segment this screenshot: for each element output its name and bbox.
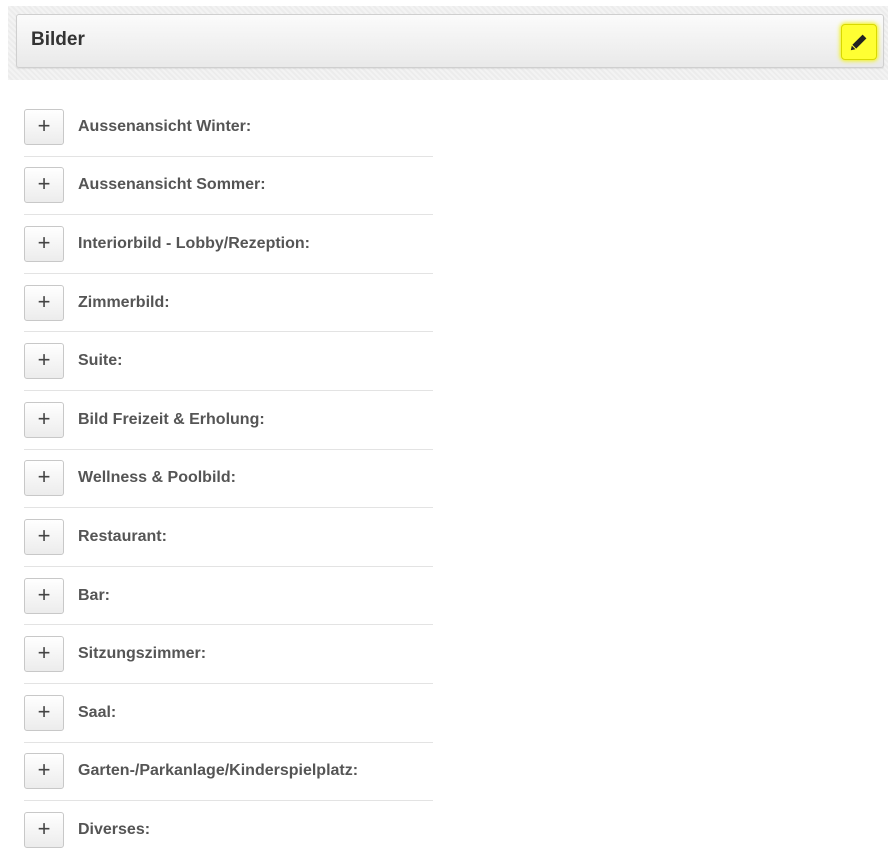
plus-icon: + bbox=[37, 581, 51, 607]
list-item-label: Aussenansicht Sommer: bbox=[78, 176, 266, 194]
plus-icon: + bbox=[37, 698, 51, 724]
plus-icon: + bbox=[37, 405, 51, 431]
add-image-button[interactable]: + bbox=[24, 401, 64, 438]
plus-icon: + bbox=[37, 464, 51, 490]
list-item: + Zimmerbild: bbox=[24, 274, 433, 333]
list-item: + Suite: bbox=[24, 332, 433, 391]
list-item: + Restaurant: bbox=[24, 508, 433, 567]
add-image-button[interactable]: + bbox=[24, 636, 64, 673]
add-image-button[interactable]: + bbox=[24, 225, 64, 262]
plus-icon: + bbox=[37, 347, 51, 373]
list-item-label: Saal: bbox=[78, 703, 117, 721]
list-item-label: Zimmerbild: bbox=[78, 293, 170, 311]
list-item-label: Garten-/Parkanlage/Kinderspielplatz: bbox=[78, 762, 359, 780]
plus-icon: + bbox=[37, 816, 51, 842]
plus-icon: + bbox=[37, 757, 51, 783]
panel-header-wrapper: Bilder bbox=[8, 6, 888, 80]
plus-icon: + bbox=[37, 112, 51, 138]
panel-title: Bilder bbox=[31, 29, 85, 50]
list-item-label: Diverses: bbox=[78, 821, 151, 839]
plus-icon: + bbox=[37, 288, 51, 314]
list-item-label: Suite: bbox=[78, 352, 123, 370]
list-item: + Bar: bbox=[24, 567, 433, 626]
pencil-icon bbox=[850, 34, 867, 51]
add-image-button[interactable]: + bbox=[24, 577, 64, 614]
add-image-button[interactable]: + bbox=[24, 812, 64, 849]
list-item: + Sitzungszimmer: bbox=[24, 625, 433, 684]
list-item-label: Bar: bbox=[78, 586, 111, 604]
list-item: + Aussenansicht Sommer: bbox=[24, 157, 433, 216]
add-image-button[interactable]: + bbox=[24, 753, 64, 790]
add-image-button[interactable]: + bbox=[24, 460, 64, 497]
list-item: + Saal: bbox=[24, 684, 433, 743]
add-image-button[interactable]: + bbox=[24, 694, 64, 731]
list-item: + Aussenansicht Winter: bbox=[24, 98, 433, 157]
add-image-button[interactable]: + bbox=[24, 343, 64, 380]
list-item: + Interiorbild - Lobby/Rezeption: bbox=[24, 215, 433, 274]
list-item-label: Restaurant: bbox=[78, 527, 167, 545]
add-image-button[interactable]: + bbox=[24, 284, 64, 321]
add-image-button[interactable]: + bbox=[24, 518, 64, 555]
add-image-button[interactable]: + bbox=[24, 108, 64, 145]
list-item-label: Interiorbild - Lobby/Rezeption: bbox=[78, 234, 310, 252]
list-item-label: Wellness & Poolbild: bbox=[78, 469, 236, 487]
list-item: + Garten-/Parkanlage/Kinderspielplatz: bbox=[24, 743, 433, 802]
image-category-list: + Aussenansicht Winter: + Aussenansicht Som… bbox=[24, 98, 433, 860]
list-item: + Wellness & Poolbild: bbox=[24, 450, 433, 509]
edit-button[interactable] bbox=[841, 24, 877, 60]
list-item-label: Sitzungszimmer: bbox=[78, 645, 207, 663]
plus-icon: + bbox=[37, 171, 51, 197]
list-item: + Bild Freizeit & Erholung: bbox=[24, 391, 433, 450]
plus-icon: + bbox=[37, 229, 51, 255]
list-item: + Diverses: bbox=[24, 801, 433, 860]
plus-icon: + bbox=[37, 640, 51, 666]
panel-header: Bilder bbox=[16, 14, 884, 68]
plus-icon: + bbox=[37, 522, 51, 548]
add-image-button[interactable]: + bbox=[24, 167, 64, 204]
list-item-label: Aussenansicht Winter: bbox=[78, 117, 252, 135]
list-item-label: Bild Freizeit & Erholung: bbox=[78, 410, 265, 428]
